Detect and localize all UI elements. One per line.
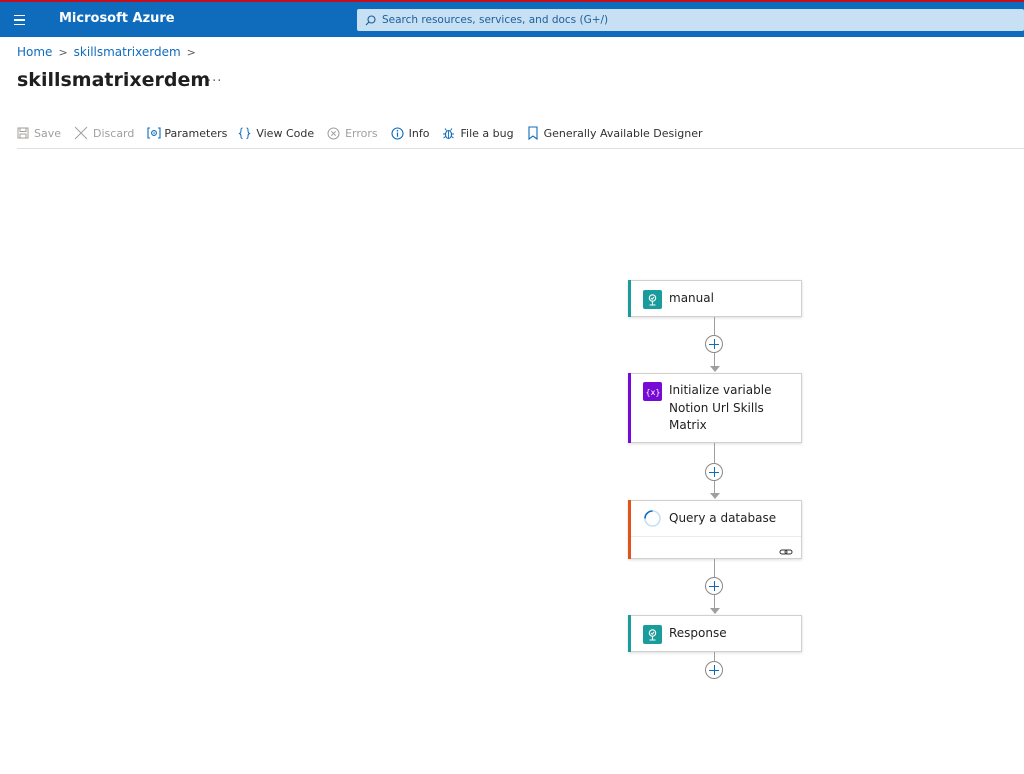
step-accent-bar [628, 373, 631, 443]
step-label: Query a database [669, 511, 777, 525]
request-icon [643, 290, 662, 309]
step-card-query-database[interactable]: Query a database [628, 500, 802, 559]
step-card-initialize-variable[interactable]: {x} Initialize variable Notion Url Skill… [628, 373, 802, 443]
step-accent-bar [628, 500, 631, 559]
step-label: manual [669, 291, 714, 305]
breadcrumb: Home > skillsmatrixerdem > [17, 45, 196, 59]
designer-label: Generally Available Designer [543, 126, 703, 140]
step-accent-bar [628, 280, 631, 317]
more-options-button[interactable]: ··· [207, 74, 222, 89]
breadcrumb-resource[interactable]: skillsmatrixerdem [74, 45, 181, 59]
file-bug-label: File a bug [460, 126, 514, 140]
save-label: Save [34, 126, 62, 140]
code-braces-icon [238, 127, 251, 139]
info-icon [391, 126, 404, 140]
arrow-down-icon [710, 493, 720, 499]
chevron-right-icon: > [58, 45, 68, 59]
variable-icon: {x} [643, 382, 662, 401]
search-placeholder: Search resources, services, and docs (G+… [382, 14, 609, 26]
link-icon[interactable] [779, 542, 793, 555]
designer-toolbar: Save Discard Parameters View Code Errors [17, 124, 716, 142]
menu-icon[interactable] [10, 11, 30, 29]
parameters-button[interactable]: Parameters [147, 127, 227, 140]
step-card-response[interactable]: Response [628, 615, 802, 652]
bookmark-icon [528, 126, 538, 140]
designer-toggle-button[interactable]: Generally Available Designer [527, 126, 703, 140]
add-step-button[interactable] [705, 577, 723, 595]
step-accent-bar [628, 615, 631, 652]
add-step-button[interactable] [705, 335, 723, 353]
card-divider [631, 536, 801, 537]
parameters-icon [147, 127, 161, 139]
step-label: Response [669, 626, 727, 640]
step-card-manual[interactable]: manual [628, 280, 802, 317]
svg-text:{x}: {x} [645, 388, 660, 397]
view-code-button[interactable]: View Code [238, 127, 314, 140]
bug-icon [443, 127, 455, 139]
top-bar: Microsoft Azure Search resources, servic… [0, 0, 1024, 37]
toolbar-divider [17, 148, 1024, 149]
save-icon [17, 127, 29, 139]
error-circle-icon [327, 127, 340, 139]
arrow-down-icon [710, 608, 720, 614]
save-button[interactable]: Save [17, 127, 61, 140]
file-bug-button[interactable]: File a bug [442, 126, 514, 140]
add-step-button[interactable] [705, 661, 723, 679]
errors-label: Errors [345, 126, 378, 140]
search-icon [365, 14, 376, 25]
view-code-label: View Code [256, 126, 315, 140]
request-icon [643, 625, 662, 644]
info-label: Info [408, 126, 430, 140]
add-step-button[interactable] [705, 463, 723, 481]
close-icon [74, 126, 88, 140]
discard-label: Discard [93, 126, 135, 140]
breadcrumb-home[interactable]: Home [17, 45, 52, 59]
errors-button[interactable]: Errors [327, 127, 378, 140]
loading-spinner-icon [643, 509, 662, 528]
discard-button[interactable]: Discard [74, 126, 134, 140]
arrow-down-icon [710, 366, 720, 372]
chevron-right-icon: > [186, 45, 196, 59]
page-title: skillsmatrixerdem [17, 69, 211, 91]
parameters-label: Parameters [164, 126, 228, 140]
step-label: Initialize variable Notion Url Skills Ma… [669, 383, 772, 432]
info-button[interactable]: Info [391, 126, 430, 140]
search-input[interactable]: Search resources, services, and docs (G+… [357, 9, 1024, 31]
brand-logo[interactable]: Microsoft Azure [59, 11, 175, 26]
